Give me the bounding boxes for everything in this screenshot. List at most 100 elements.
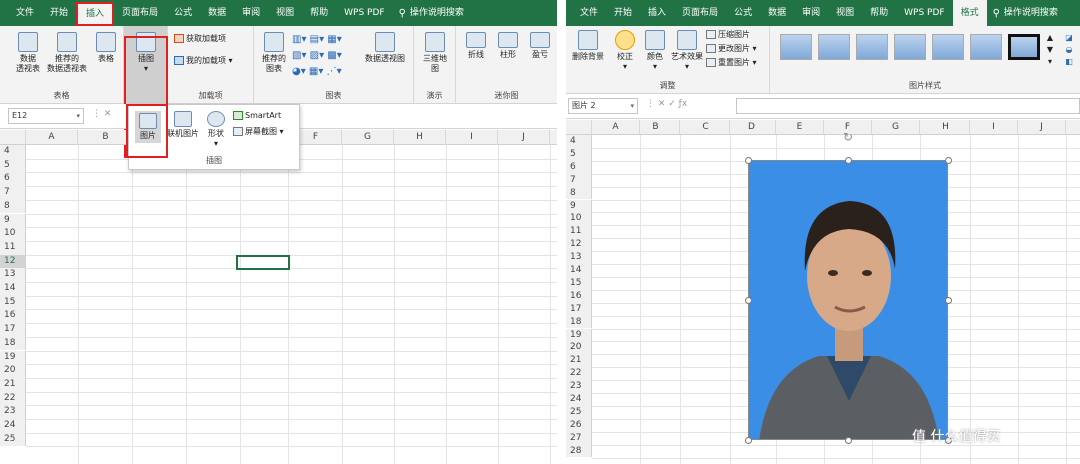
tab-home[interactable]: 开始 (606, 0, 640, 26)
pivot-chart-button[interactable]: 数据透视图 (360, 32, 410, 64)
online-pictures-button[interactable]: 联机图片 (165, 111, 201, 139)
recommended-pivot-button[interactable]: 推荐的 数据透视表 (44, 32, 90, 74)
row-header-12[interactable]: 12 (566, 238, 592, 252)
row-header-18[interactable]: 18 (566, 315, 592, 329)
column-header-d[interactable]: D (728, 120, 776, 135)
my-addins-button[interactable]: 我的加载项 ▾ (174, 56, 254, 66)
row-header-7[interactable]: 7 (0, 186, 26, 200)
row-header-20[interactable]: 20 (566, 341, 592, 355)
column-header-g[interactable]: G (342, 130, 394, 145)
resize-handle-s[interactable] (845, 437, 852, 444)
row-header-22[interactable]: 22 (566, 367, 592, 381)
row-header-15[interactable]: 15 (0, 295, 26, 310)
picture-style-5[interactable] (932, 34, 964, 60)
row-header-12[interactable]: 12 (0, 254, 26, 269)
row-header-9[interactable]: 9 (0, 213, 26, 228)
resize-handle-sw[interactable] (745, 437, 752, 444)
row-header-23[interactable]: 23 (566, 380, 592, 393)
row-header-24[interactable]: 24 (0, 419, 26, 433)
tab-review[interactable]: 审阅 (794, 0, 828, 26)
resize-handle-ne[interactable] (945, 157, 952, 164)
tab-file[interactable]: 文件 (8, 0, 42, 26)
row-header-17[interactable]: 17 (0, 323, 26, 337)
tell-me-search[interactable]: 操作说明搜索 (410, 0, 472, 26)
table-button[interactable]: 表格 (92, 32, 120, 64)
picture-style-2[interactable] (818, 34, 850, 60)
corrections-button[interactable]: 校正 ▾ (612, 30, 638, 72)
tab-view[interactable]: 视图 (828, 0, 862, 26)
reset-picture-button[interactable]: 重置图片 ▾ (706, 58, 768, 68)
row-header-4[interactable]: 4 (0, 145, 26, 159)
sparkline-line-button[interactable]: 折线 (462, 32, 490, 60)
get-addins-button[interactable]: 获取加载项 (174, 34, 254, 44)
sparkline-winloss-button[interactable]: 盈亏 (526, 32, 554, 60)
row-header-16[interactable]: 16 (0, 309, 26, 324)
tab-home[interactable]: 开始 (42, 0, 76, 26)
row-header-8[interactable]: 8 (0, 199, 26, 214)
row-header-24[interactable]: 24 (566, 393, 592, 406)
row-header-15[interactable]: 15 (566, 276, 592, 290)
tab-review[interactable]: 审阅 (234, 0, 268, 26)
compress-pictures-button[interactable]: 压缩图片 (706, 30, 768, 40)
row-header-28[interactable]: 28 (566, 444, 592, 458)
illustrations-button[interactable]: 插图 ▾ (128, 32, 164, 74)
worksheet-grid[interactable]: ABCDEFGHIJ 45678910111213141516171819202… (0, 130, 557, 464)
row-header-11[interactable]: 11 (566, 225, 592, 239)
tab-help[interactable]: 帮助 (862, 0, 896, 26)
row-header-27[interactable]: 27 (566, 431, 592, 445)
artistic-effects-button[interactable]: 艺术效果 ▾ (670, 30, 704, 72)
row-header-6[interactable]: 6 (566, 160, 592, 174)
tab-insert[interactable]: 插入 (76, 1, 115, 26)
change-picture-button[interactable]: 更改图片 ▾ (706, 44, 768, 54)
tab-formulas[interactable]: 公式 (726, 0, 760, 26)
column-header-c[interactable]: C (682, 120, 730, 135)
row-header-20[interactable]: 20 (0, 364, 26, 378)
column-header-h[interactable]: H (922, 120, 970, 135)
row-header-9[interactable]: 9 (566, 199, 592, 213)
resize-handle-nw[interactable] (745, 157, 752, 164)
resize-handle-n[interactable] (845, 157, 852, 164)
row-header-4[interactable]: 4 (566, 135, 592, 148)
row-header-25[interactable]: 25 (566, 405, 592, 419)
row-header-17[interactable]: 17 (566, 302, 592, 316)
row-header-14[interactable]: 14 (0, 282, 26, 296)
tab-data[interactable]: 数据 (760, 0, 794, 26)
row-header-26[interactable]: 26 (566, 418, 592, 432)
picture-style-3[interactable] (856, 34, 888, 60)
picture-button[interactable]: 图片 (135, 111, 161, 143)
name-box[interactable]: E12 ▾ (8, 108, 84, 124)
select-all-corner[interactable] (566, 120, 592, 135)
sparkline-column-button[interactable]: 柱形 (494, 32, 522, 60)
tab-help[interactable]: 帮助 (302, 0, 336, 26)
3d-map-button[interactable]: 三维地 图 (418, 32, 452, 74)
picture-border-effects-icons[interactable]: ◪ ◒ ◧ (1060, 32, 1078, 68)
row-header-14[interactable]: 14 (566, 264, 592, 277)
row-header-18[interactable]: 18 (0, 336, 26, 351)
select-all-corner[interactable] (0, 130, 26, 145)
row-header-25[interactable]: 25 (0, 432, 26, 447)
column-header-g[interactable]: G (872, 120, 920, 135)
row-header-19[interactable]: 19 (566, 328, 592, 342)
row-header-10[interactable]: 10 (566, 212, 592, 226)
screenshot-button[interactable]: 屏幕截图 ▾ (233, 127, 299, 137)
row-header-6[interactable]: 6 (0, 172, 26, 187)
tab-page-layout[interactable]: 页面布局 (674, 0, 726, 26)
tab-page-layout[interactable]: 页面布局 (114, 0, 166, 26)
pivot-table-button[interactable]: 数据 透视表 (10, 32, 46, 74)
tell-me-search[interactable]: 操作说明搜索 (1004, 0, 1066, 26)
tab-file[interactable]: 文件 (572, 0, 606, 26)
gallery-scroll-buttons[interactable]: ▲ ▼ ▾ (1044, 32, 1056, 68)
remove-background-button[interactable]: 删除背景 (570, 30, 606, 62)
picture-style-6[interactable] (970, 34, 1002, 60)
portrait-photo[interactable] (748, 160, 948, 440)
shapes-button[interactable]: 形状 ▾ (203, 111, 229, 149)
resize-handle-e[interactable] (945, 297, 952, 304)
column-header-h[interactable]: H (394, 130, 446, 145)
row-header-13[interactable]: 13 (0, 268, 26, 282)
resize-handle-w[interactable] (745, 297, 752, 304)
tab-formulas[interactable]: 公式 (166, 0, 200, 26)
smartart-button[interactable]: SmartArt (233, 111, 299, 121)
recommended-charts-button[interactable]: 推荐的 图表 (258, 32, 290, 74)
tab-data[interactable]: 数据 (200, 0, 234, 26)
row-header-5[interactable]: 5 (0, 158, 26, 173)
